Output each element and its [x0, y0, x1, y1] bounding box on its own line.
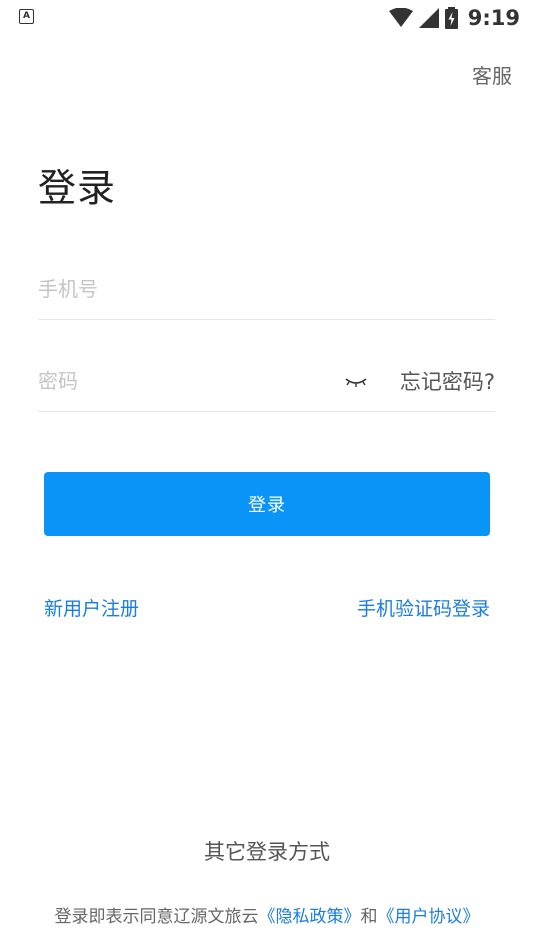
battery-icon: [444, 7, 458, 29]
customer-service-link[interactable]: 客服: [472, 60, 512, 89]
privacy-policy-link[interactable]: 《隐私政策》: [259, 907, 361, 927]
user-agreement-link[interactable]: 《用户协议》: [378, 907, 480, 927]
wifi-icon: [388, 8, 413, 27]
register-link[interactable]: 新用户注册: [44, 594, 139, 621]
page-title: 登录: [38, 166, 117, 210]
status-bar: A 9:19: [0, 0, 534, 36]
password-field: 忘记密码?: [38, 350, 495, 412]
password-input[interactable]: [38, 368, 344, 393]
login-button[interactable]: 登录: [44, 472, 490, 536]
agreement-conjunction: 和: [360, 907, 378, 927]
other-login-methods[interactable]: 其它登录方式: [0, 836, 534, 866]
agreement-prefix: 登录即表示同意辽源文旅云: [54, 907, 259, 927]
status-time: 9:19: [467, 6, 520, 30]
notification-icon: A: [19, 9, 34, 24]
phone-input[interactable]: [38, 276, 495, 301]
phone-field: [38, 258, 495, 320]
agreement-text: 登录即表示同意辽源文旅云《隐私政策》和《用户协议》: [0, 902, 534, 927]
forgot-password-link[interactable]: 忘记密码?: [400, 366, 495, 396]
sms-login-link[interactable]: 手机验证码登录: [357, 594, 490, 621]
eye-closed-icon[interactable]: [344, 371, 368, 391]
cellular-icon: [418, 8, 439, 28]
system-icons: 9:19: [388, 4, 520, 32]
